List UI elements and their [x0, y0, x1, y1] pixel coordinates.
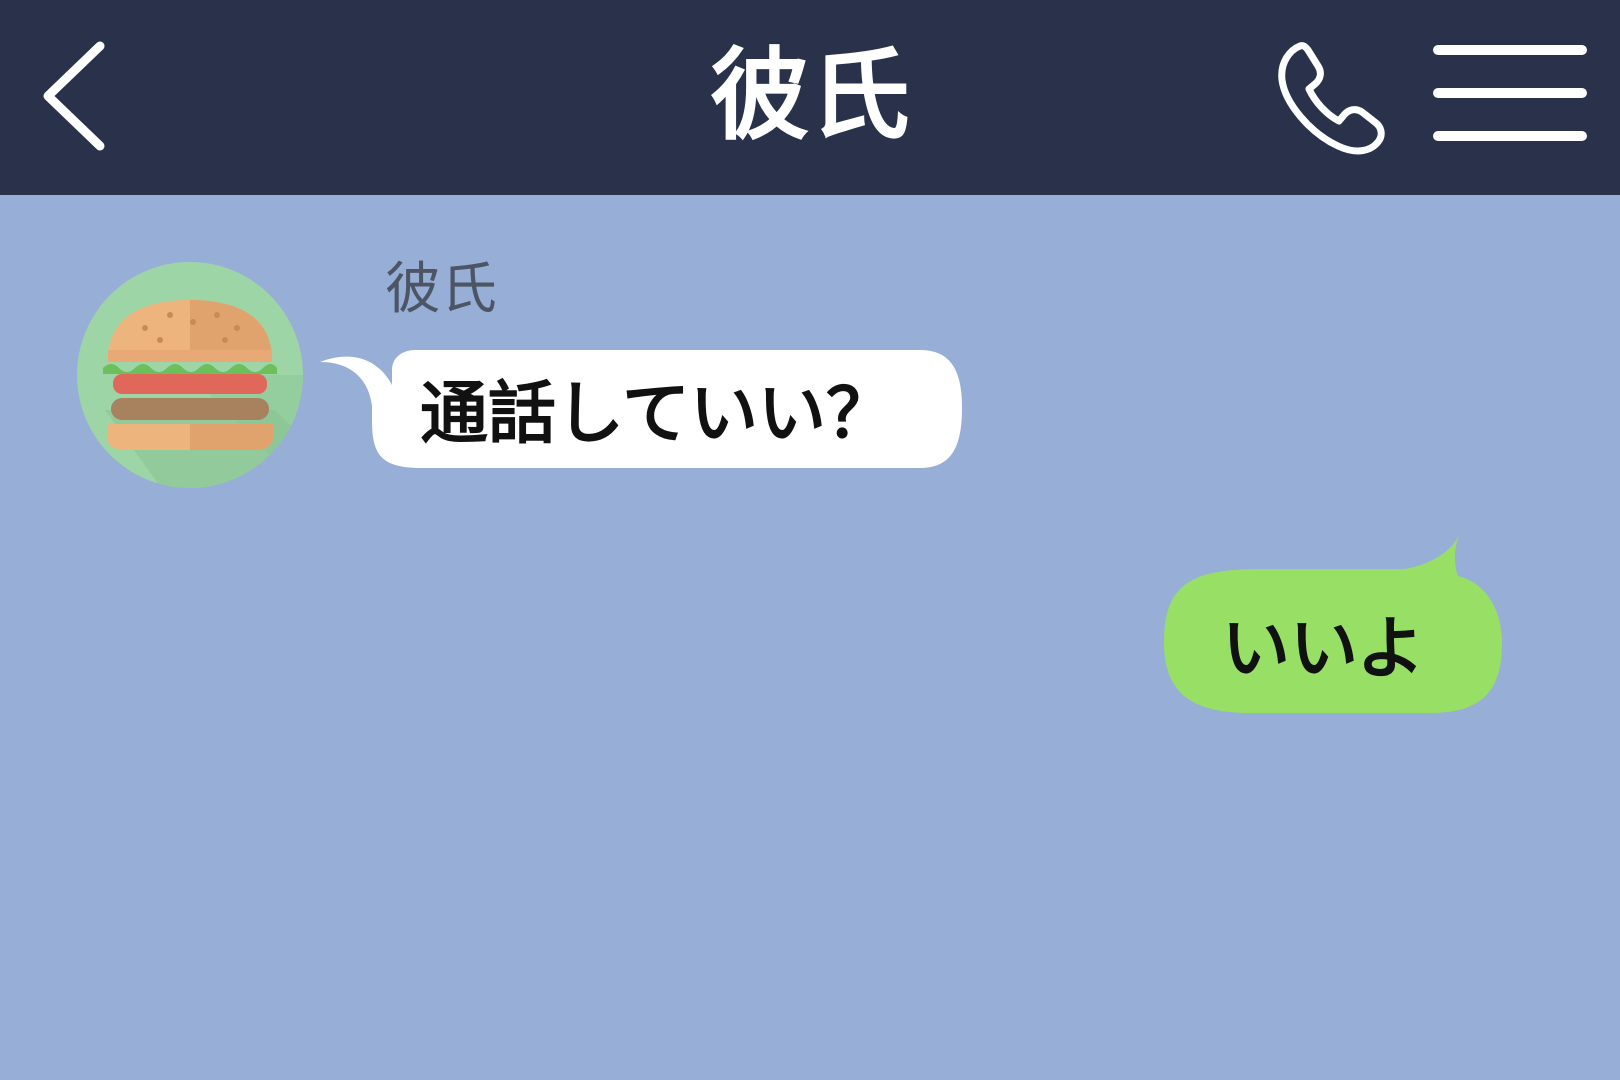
call-button[interactable] [1270, 28, 1410, 163]
hamburger-menu-icon [1433, 45, 1587, 141]
chat-header: 彼氏 [0, 0, 1620, 195]
back-button[interactable] [30, 30, 140, 165]
message-list[interactable]: 彼氏 通話していい？ いいよ [0, 195, 1620, 1080]
incoming-message-bubble[interactable]: 通話していい？ [320, 350, 980, 480]
sender-name: 彼氏 [385, 257, 497, 322]
chat-title: 彼氏 [710, 37, 910, 154]
hamburger-food-icon [77, 262, 303, 488]
message-text: いいよ [1222, 610, 1425, 689]
phone-icon [1278, 42, 1385, 155]
chat-screen: 彼氏 彼氏 通話していい？ いいよ [0, 0, 1620, 1080]
sender-avatar[interactable] [75, 260, 305, 490]
chevron-left-icon [43, 41, 105, 151]
message-text: 通話していい？ [420, 375, 894, 454]
outgoing-message-bubble[interactable]: いいよ [1160, 533, 1520, 728]
menu-button[interactable] [1430, 35, 1590, 155]
